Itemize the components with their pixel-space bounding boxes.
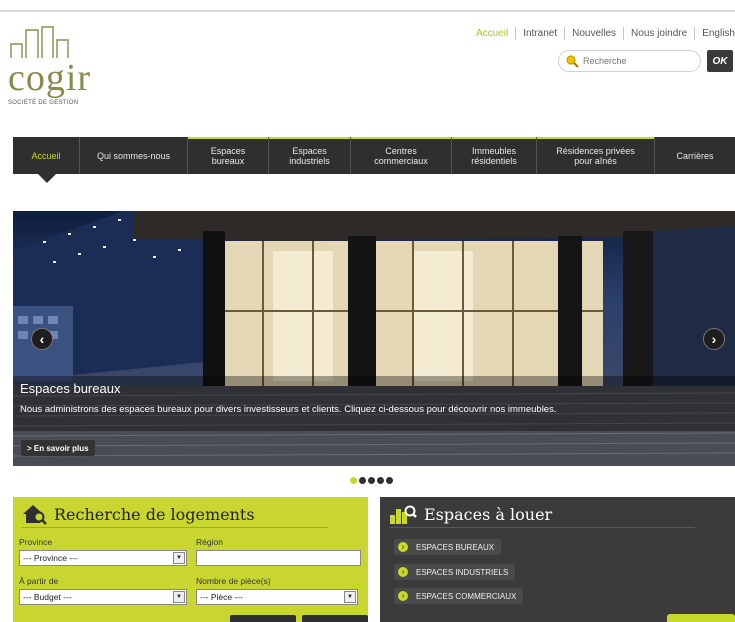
province-label: Province [19, 537, 53, 547]
rental-spaces-heading: Espaces à louer [389, 503, 552, 525]
utility-links: Accueil Intranet Nouvelles Nous joindre … [469, 27, 735, 40]
slider-dot[interactable] [386, 477, 393, 484]
slider-dots [350, 477, 393, 484]
budget-select[interactable]: --- Budget --- ▼ [19, 589, 187, 605]
hero-more-button[interactable]: > En savoir plus [21, 440, 95, 456]
rent-link-label: ESPACES INDUSTRIELS [416, 567, 509, 577]
budget-value: --- Budget --- [23, 592, 72, 602]
rent-link-industriels[interactable]: › ESPACES INDUSTRIELS [394, 564, 516, 580]
logo-subtitle: SOCIÉTÉ DE GESTION [8, 100, 79, 106]
link-nouvelles[interactable]: Nouvelles [565, 27, 625, 40]
hero-slider[interactable]: ‹ › Espaces bureaux Nous administrons de… [13, 211, 735, 466]
chevron-down-icon: ▼ [173, 552, 185, 564]
rent-link-bureaux[interactable]: › ESPACES BUREAUX [394, 539, 502, 555]
slider-next-button[interactable]: › [703, 328, 725, 350]
province-select[interactable]: --- Province --- ▼ [19, 550, 187, 566]
chevron-right-icon: › [398, 591, 408, 601]
rooms-value: --- Pièce --- [200, 592, 243, 602]
rental-spaces-title: Espaces à louer [424, 504, 553, 524]
rooms-select[interactable]: --- Pièce --- ▼ [196, 589, 358, 605]
chevron-down-icon: ▼ [173, 591, 185, 603]
link-intranet[interactable]: Intranet [516, 27, 566, 40]
slider-dot[interactable] [359, 477, 366, 484]
search-submit-button[interactable]: OK [707, 50, 733, 72]
rent-link-commerciaux[interactable]: › ESPACES COMMERCIAUX [394, 588, 524, 604]
nav-carrieres[interactable]: Carrières [655, 137, 735, 174]
nav-espaces-industriels[interactable]: Espaces industriels [269, 137, 351, 174]
hero-description: Nous administrons des espaces bureaux po… [20, 404, 557, 415]
main-nav: Accueil Qui sommes-nous Espaces bureaux … [13, 137, 735, 174]
search-input[interactable] [583, 56, 693, 66]
nav-qui-sommes-nous[interactable]: Qui sommes-nous [80, 137, 188, 174]
budget-label: À partir de [19, 576, 59, 586]
cogir-logo[interactable]: cogir SOCIÉTÉ DE GESTION [8, 26, 118, 116]
region-input[interactable] [196, 550, 361, 566]
province-value: --- Province --- [23, 553, 78, 563]
housing-search-heading: Recherche de logements [21, 503, 255, 525]
link-english[interactable]: English [695, 27, 735, 40]
nav-espaces-bureaux[interactable]: Espaces bureaux [188, 137, 269, 174]
link-nous-joindre[interactable]: Nous joindre [624, 27, 696, 40]
list-view-button[interactable] [230, 615, 296, 622]
nav-accueil[interactable]: Accueil [13, 137, 80, 174]
chevron-right-icon: › [398, 542, 408, 552]
nav-centres-commerciaux[interactable]: Centres commerciaux [351, 137, 452, 174]
rent-link-label: ESPACES COMMERCIAUX [416, 591, 517, 601]
rent-link-label: ESPACES BUREAUX [416, 542, 495, 552]
logo-wordmark: cogir [8, 57, 92, 99]
chevron-right-icon: › [398, 567, 408, 577]
top-divider [0, 10, 735, 12]
panel-divider [389, 527, 695, 528]
slider-dot[interactable] [377, 477, 384, 484]
map-view-button[interactable] [302, 615, 368, 622]
slider-prev-button[interactable]: ‹ [31, 328, 53, 350]
hero-title: Espaces bureaux [20, 381, 121, 396]
housing-search-panel: Recherche de logements Province --- Prov… [13, 497, 368, 622]
logo-buildings-icon [10, 26, 69, 58]
housing-search-title: Recherche de logements [54, 504, 255, 524]
link-accueil[interactable]: Accueil [469, 27, 517, 40]
rooms-label: Nombre de pièce(s) [196, 576, 271, 586]
slider-dot[interactable] [350, 477, 357, 484]
nav-residences-aines[interactable]: Résidences privées pour aînés [537, 137, 655, 174]
buildings-search-icon [390, 505, 417, 524]
region-label: Région [196, 537, 223, 547]
hero-building-image [13, 211, 735, 466]
panel-divider [21, 527, 328, 528]
slider-dot[interactable] [368, 477, 375, 484]
rental-spaces-panel: Espaces à louer › ESPACES BUREAUX › ESPA… [380, 497, 735, 622]
search-box [558, 50, 701, 72]
nav-immeubles-residentiels[interactable]: Immeubles résidentiels [452, 137, 537, 174]
search-icon [566, 55, 579, 68]
chevron-down-icon: ▼ [344, 591, 356, 603]
house-search-icon [23, 505, 47, 525]
bottom-tab-button[interactable] [667, 614, 735, 622]
nav-active-indicator [38, 174, 56, 183]
